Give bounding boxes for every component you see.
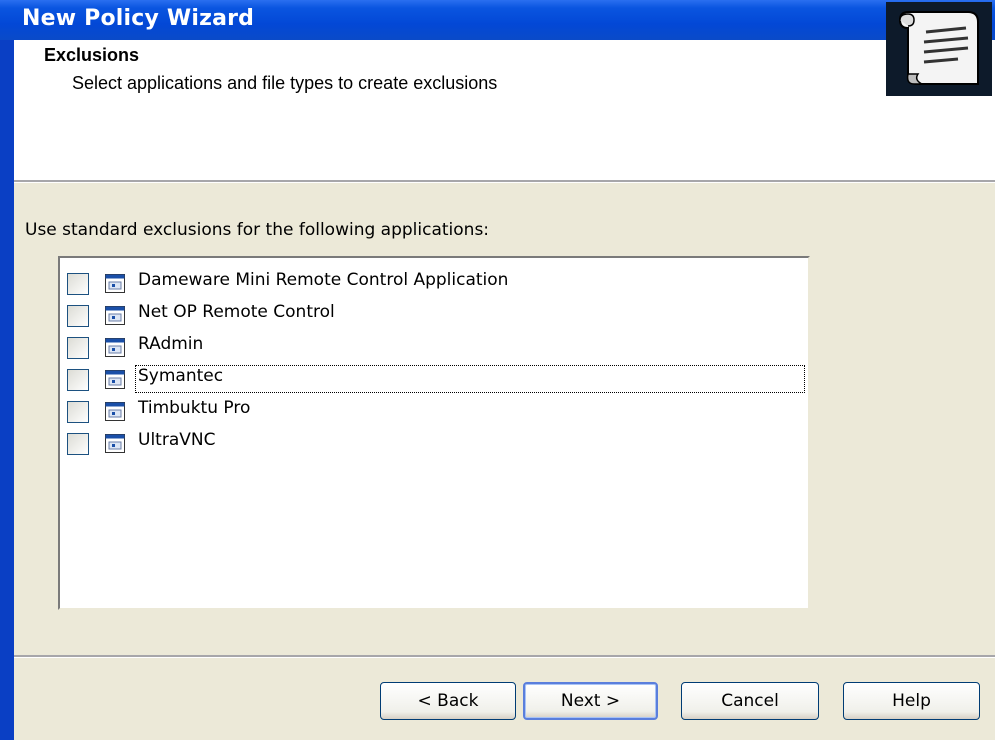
- window-frame-left: [0, 40, 14, 740]
- checkbox[interactable]: [67, 401, 89, 423]
- checkbox[interactable]: [67, 369, 89, 391]
- list-item[interactable]: UltraVNC: [60, 426, 808, 458]
- application-icon: [105, 434, 125, 453]
- window-title: New Policy Wizard: [22, 6, 255, 31]
- list-item[interactable]: Net OP Remote Control: [60, 298, 808, 330]
- help-button[interactable]: Help: [843, 682, 980, 720]
- list-item-label: Symantec: [138, 366, 224, 386]
- checkbox[interactable]: [67, 273, 89, 295]
- wizard-header: [14, 40, 995, 180]
- page-subtitle: Select applications and file types to cr…: [72, 73, 498, 93]
- list-item-label: Net OP Remote Control: [138, 302, 335, 322]
- checkbox[interactable]: [67, 433, 89, 455]
- page-title: Exclusions: [44, 45, 140, 65]
- list-item-label: UltraVNC: [138, 430, 216, 450]
- list-item[interactable]: Dameware Mini Remote Control Application: [60, 266, 808, 298]
- back-button[interactable]: < Back: [380, 682, 516, 720]
- application-icon: [105, 274, 125, 293]
- applications-checklist[interactable]: Dameware Mini Remote Control Application…: [58, 256, 810, 610]
- focus-rectangle: [135, 365, 805, 393]
- application-icon: [105, 402, 125, 421]
- scroll-document-icon: [886, 2, 992, 96]
- cancel-button[interactable]: Cancel: [681, 682, 819, 720]
- list-item-label: Dameware Mini Remote Control Application: [138, 270, 509, 290]
- footer-divider: [14, 655, 995, 658]
- application-icon: [105, 338, 125, 357]
- list-item[interactable]: Timbuktu Pro: [60, 394, 808, 426]
- checkbox[interactable]: [67, 305, 89, 327]
- title-bar[interactable]: New Policy Wizard: [0, 0, 995, 40]
- list-item-label: Timbuktu Pro: [138, 398, 251, 418]
- instructions-label: Use standard exclusions for the followin…: [25, 220, 490, 240]
- checkbox[interactable]: [67, 337, 89, 359]
- application-icon: [105, 370, 125, 389]
- list-item-focused[interactable]: Symantec: [60, 362, 808, 394]
- application-icon: [105, 306, 125, 325]
- next-button[interactable]: Next >: [523, 682, 658, 720]
- list-item-label: RAdmin: [138, 334, 204, 354]
- list-item[interactable]: RAdmin: [60, 330, 808, 362]
